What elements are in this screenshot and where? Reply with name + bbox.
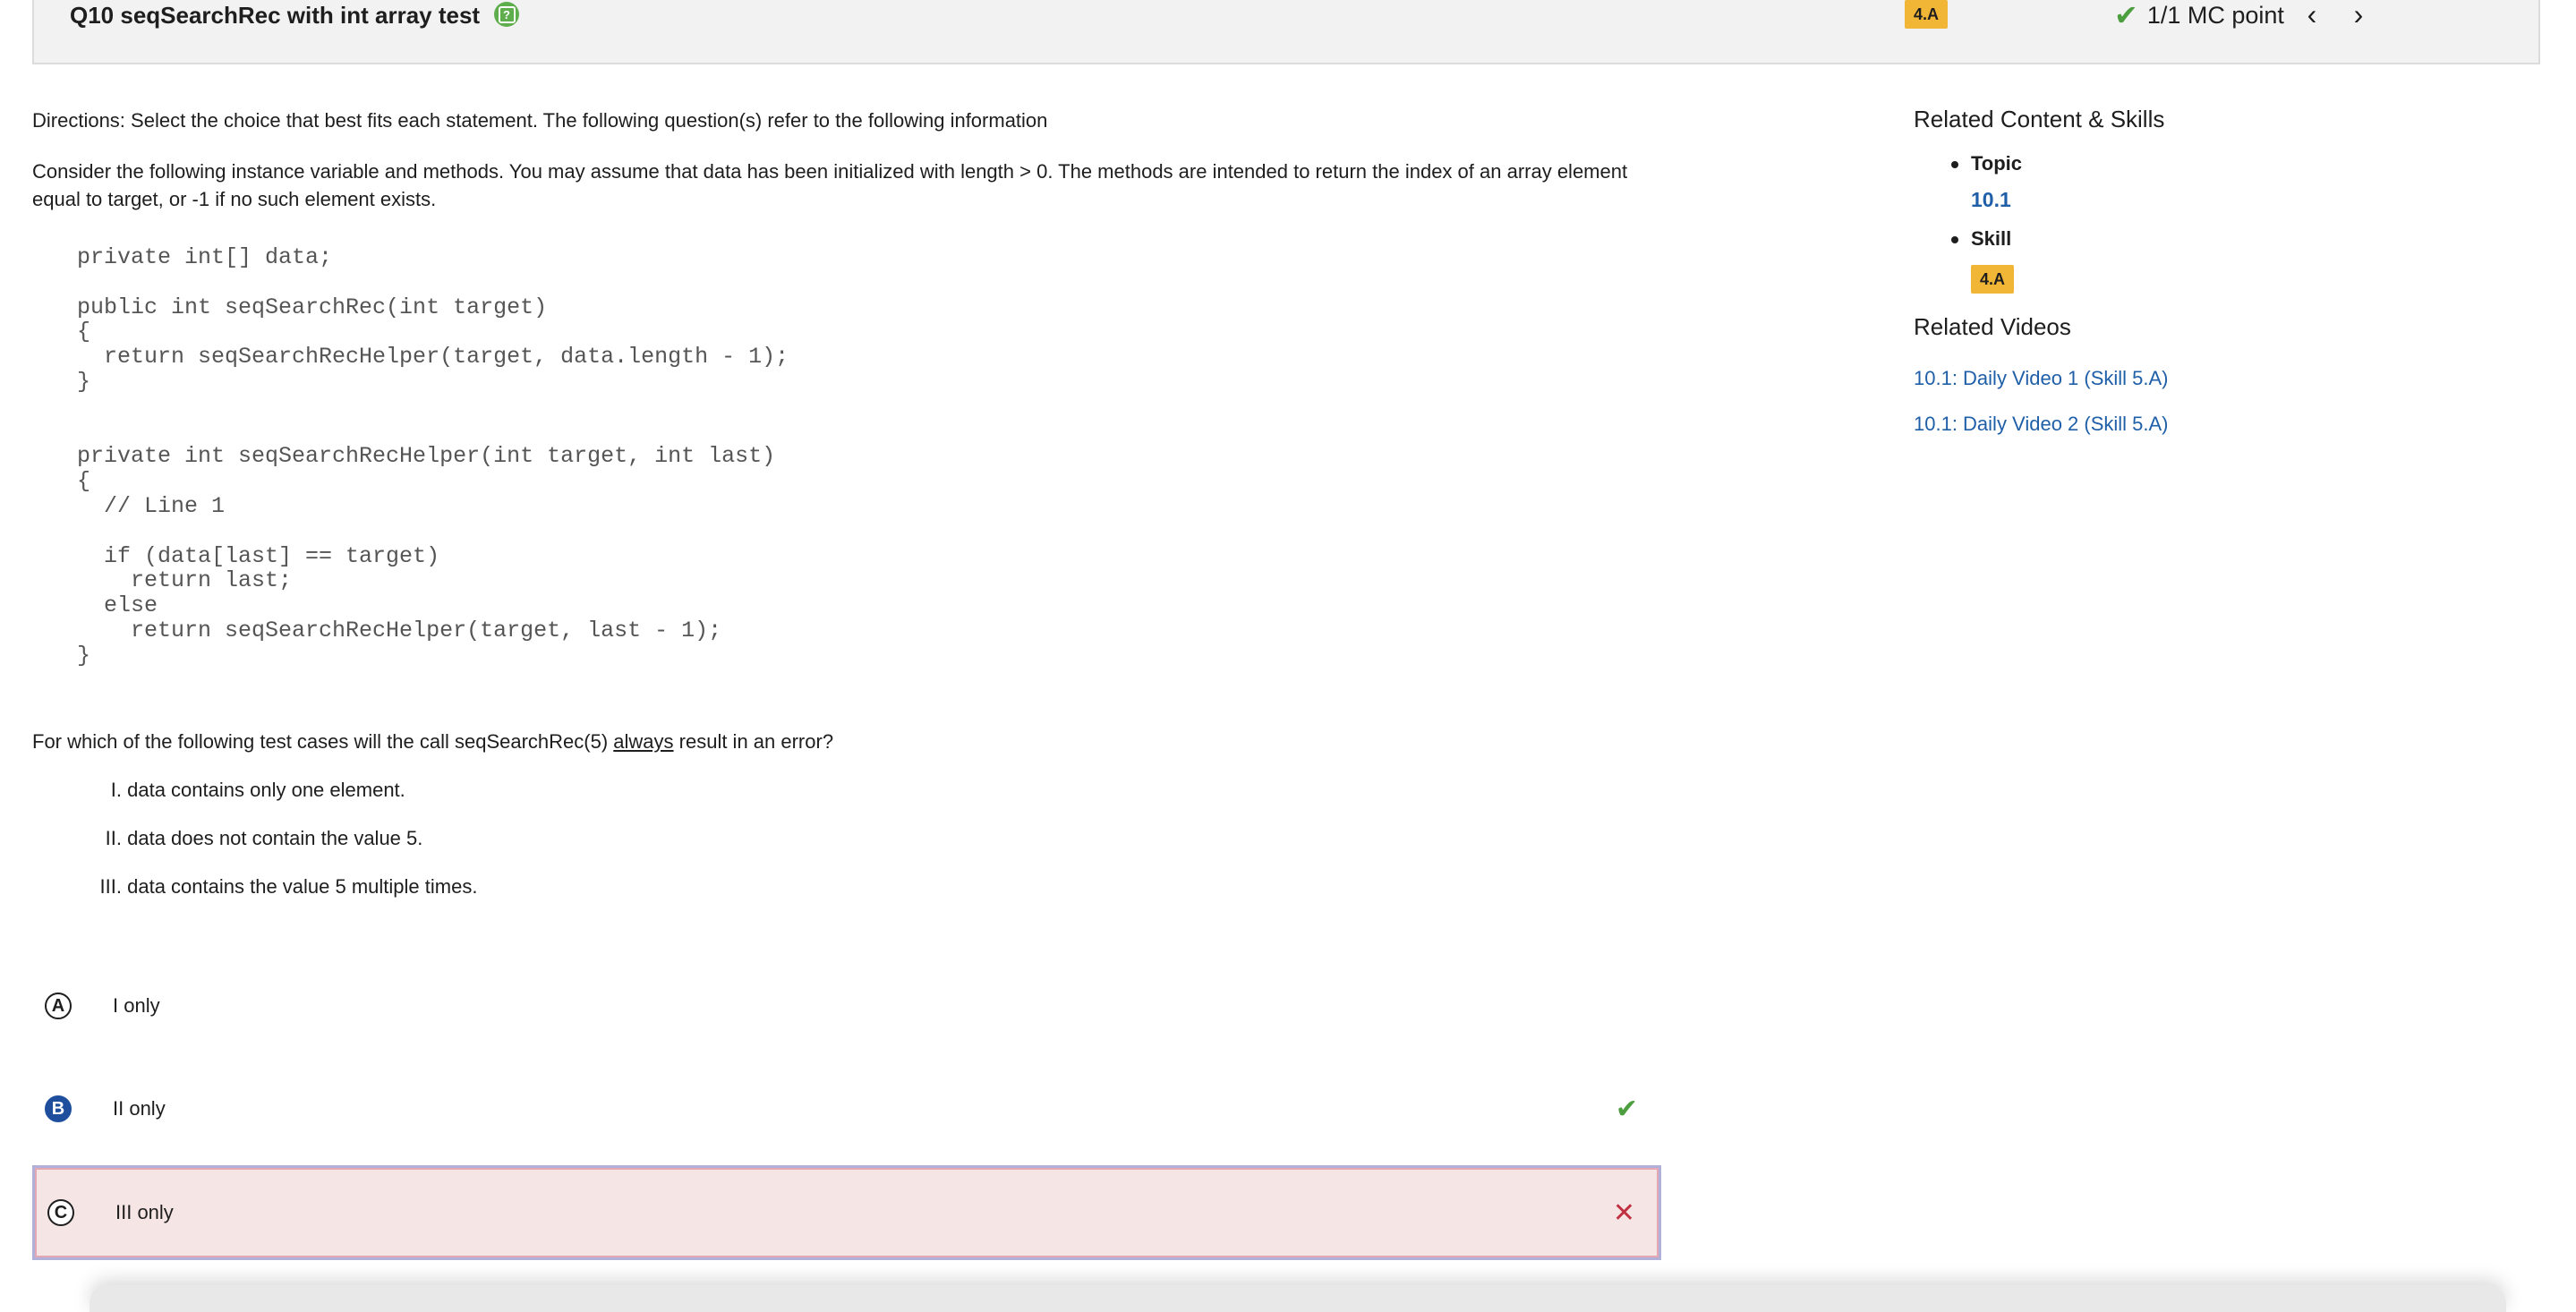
code-block: private int[] data; public int seqSearch…: [77, 244, 789, 669]
skill-badge-label: 4.A: [1905, 0, 1949, 29]
skill-label: Skill: [1971, 227, 2012, 250]
related-content-heading: Related Content & Skills: [1914, 106, 2165, 132]
stimulus-text: Consider the following instance variable…: [32, 160, 1628, 210]
question-prompt: For which of the following test cases wi…: [32, 730, 833, 754]
points-display: ✔ 1/1 MC point: [2114, 0, 2284, 31]
bullet-icon: [1951, 161, 1958, 168]
incorrect-x-icon: ✕: [1612, 1197, 1635, 1228]
choice-letter-b: B: [45, 1095, 72, 1122]
statement-text: data does not contain the value 5.: [127, 827, 423, 849]
choice-a[interactable]: A I only: [32, 961, 1661, 1051]
topic-label: Topic: [1971, 152, 2023, 175]
prompt-text-before: For which of the following test cases wi…: [32, 730, 614, 753]
statement-number: I.: [110, 779, 122, 801]
choice-text-c: III only: [115, 1201, 174, 1223]
statement-text: data contains the value 5 multiple times…: [127, 875, 478, 898]
question-title: Q10 seqSearchRec with int array test: [70, 2, 481, 29]
choice-text-a: I only: [113, 994, 160, 1017]
prev-question-button[interactable]: ‹: [2299, 0, 2325, 30]
choice-b[interactable]: B II only ✔: [32, 1064, 1661, 1154]
related-videos-heading: Related Videos: [1914, 313, 2071, 340]
points-label: 1/1 MC point: [2146, 1, 2284, 29]
directions-text: Directions: Select the choice that best …: [32, 109, 1048, 132]
topic-link[interactable]: 10.1: [1971, 188, 2011, 212]
video-link-2[interactable]: 10.1: Daily Video 2 (Skill 5.A): [1914, 413, 2169, 436]
choice-letter-c: C: [47, 1199, 74, 1226]
next-question-button[interactable]: ›: [2345, 0, 2372, 30]
skill-badge-header: 4.A: [1905, 0, 1949, 29]
statement-number: II.: [105, 827, 122, 849]
correct-check-icon: ✔: [1615, 1094, 1638, 1124]
video-link-1[interactable]: 10.1: Daily Video 1 (Skill 5.A): [1914, 367, 2169, 390]
statement-item: III. data contains the value 5 multiple …: [32, 875, 659, 899]
choice-text-b: II only: [113, 1097, 166, 1120]
skill-badge-sidebar: 4.A: [1971, 265, 2015, 294]
bullet-icon: [1951, 236, 1958, 243]
prompt-text-after: result in an error?: [673, 730, 834, 753]
choice-letter-a: A: [45, 993, 72, 1019]
prompt-emphasis: always: [613, 730, 674, 753]
help-icon[interactable]: ?: [494, 2, 519, 27]
skill-badge-value: 4.A: [1971, 265, 2015, 294]
statement-number: III.: [99, 875, 122, 898]
choice-c[interactable]: C III only ✕: [32, 1165, 1661, 1260]
statement-item: I. data contains only one element.: [32, 779, 659, 802]
check-icon: ✔: [2114, 0, 2138, 31]
bottom-panel-edge: [90, 1285, 2506, 1312]
statement-item: II. data does not contain the value 5.: [32, 827, 659, 850]
statement-text: data contains only one element.: [127, 779, 405, 801]
